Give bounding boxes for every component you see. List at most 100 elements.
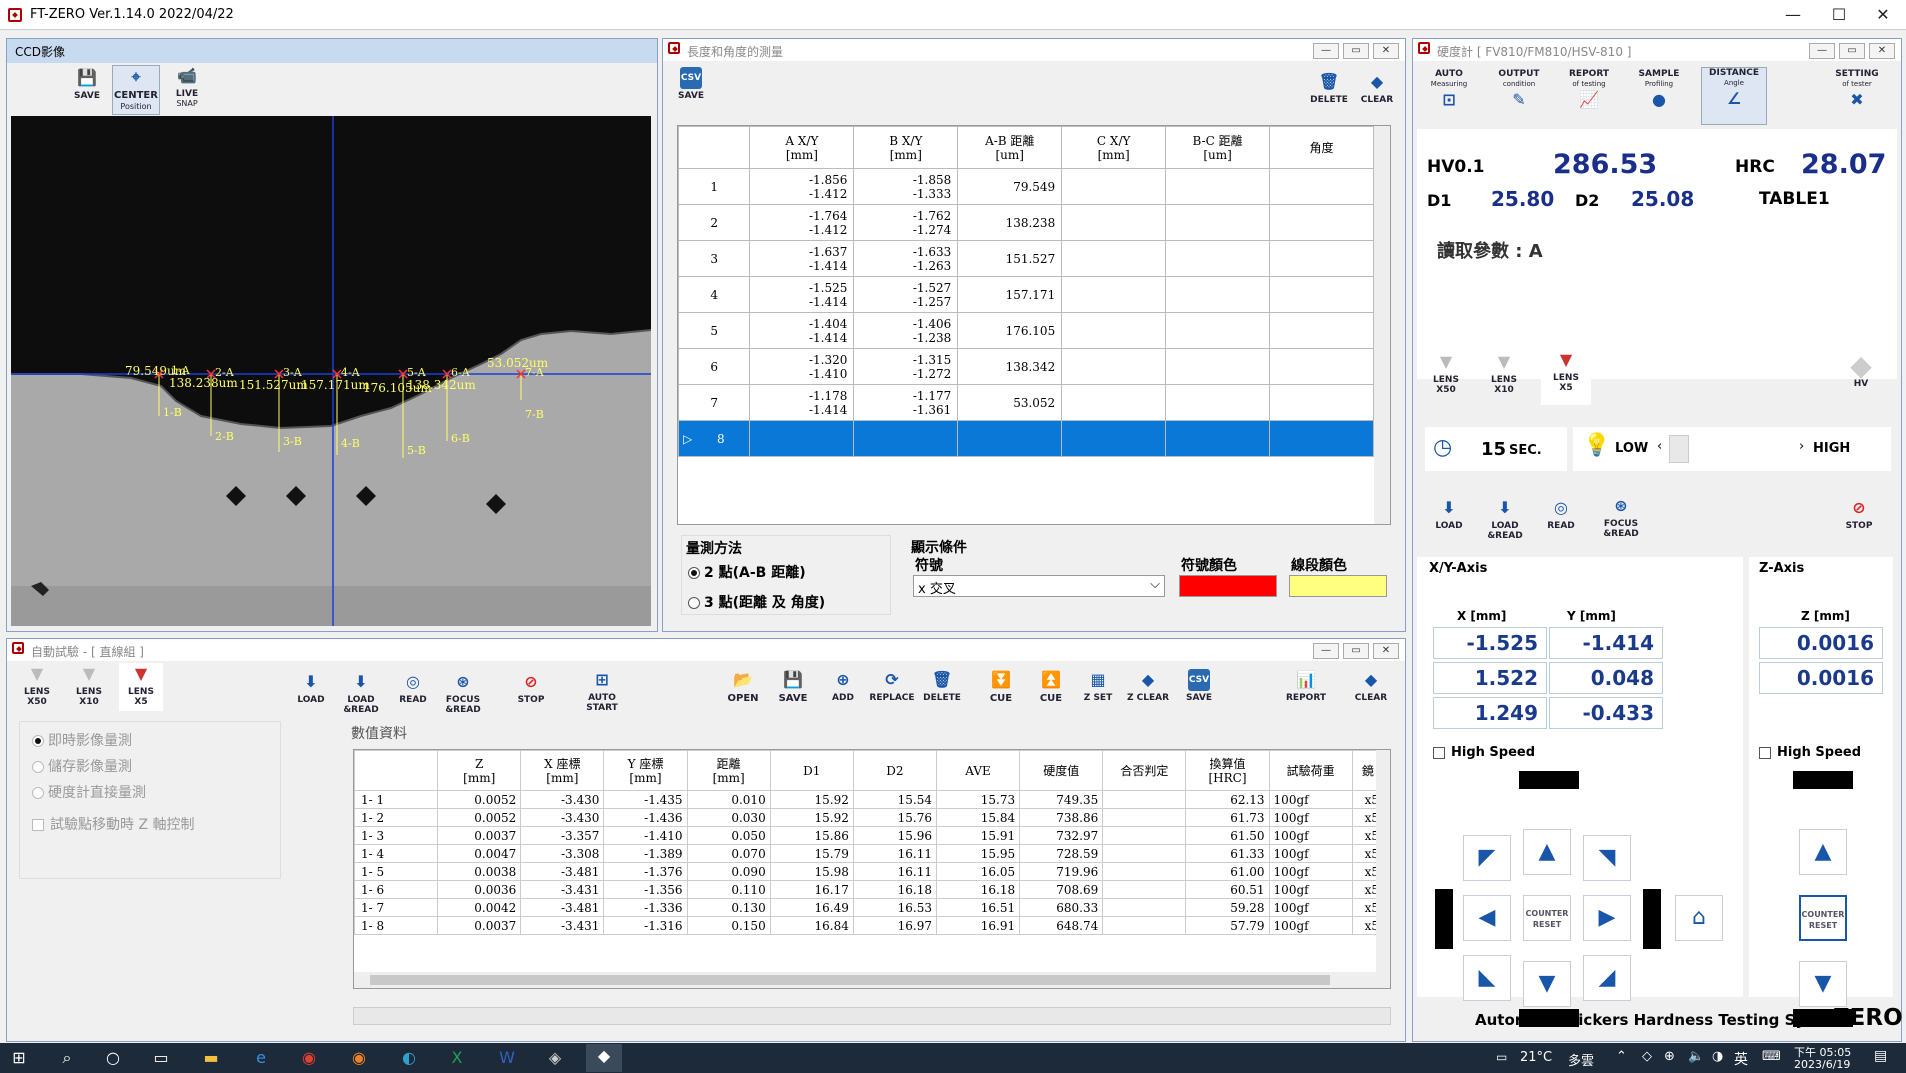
a-xy-cell[interactable]: -1.525 -1.414 (749, 276, 855, 313)
a-xy-cell[interactable]: -1.404 -1.414 (749, 312, 855, 349)
data-cell[interactable]: 16.91 (935, 916, 1021, 935)
cue-down-button[interactable]: ⏬ CUE (981, 669, 1021, 713)
data-cell[interactable]: 0.0047 (437, 844, 522, 863)
move-up-right-button[interactable]: ◥ (1583, 835, 1631, 881)
xy-high-speed-checkbox[interactable]: High Speed (1433, 745, 1535, 760)
data-cell[interactable]: -3.481 (520, 862, 605, 881)
data-cell[interactable]: 16.11 (852, 844, 937, 863)
bc-distance-cell[interactable] (1165, 168, 1271, 205)
ccd-image[interactable]: 79.549um 138.238um 151.527um 157.171um 1… (11, 116, 651, 626)
empty-cell[interactable] (1269, 420, 1374, 457)
c-xy-cell[interactable] (1061, 384, 1167, 421)
data-cell[interactable]: 61.50 (1185, 826, 1270, 845)
row-number[interactable]: 1 (678, 168, 751, 205)
y-value-2[interactable]: 0.048 (1549, 662, 1663, 694)
table-row[interactable]: 7 -1.178 -1.414 -1.177 -1.361 53.052 (678, 384, 1374, 421)
data-cell[interactable]: 15.76 (852, 808, 937, 827)
data-cell[interactable]: 648.74 (1019, 916, 1104, 935)
data-cell[interactable]: 1- 3 (354, 826, 439, 845)
table-row[interactable]: 1 -1.856 -1.412 -1.858 -1.333 79.549 (678, 168, 1374, 205)
data-cell[interactable]: -3.357 (520, 826, 605, 845)
table-row-selected[interactable]: ▷ 8 (678, 420, 1374, 457)
ftzero-task-icon[interactable]: ◆ (586, 1044, 622, 1072)
edge-icon[interactable]: ◐ (394, 1046, 424, 1070)
setting-tester-button[interactable]: SETTING of tester ✖ (1827, 69, 1887, 123)
a-xy-cell[interactable]: -1.320 -1.410 (749, 348, 855, 385)
word-icon[interactable]: W (492, 1046, 522, 1070)
data-cell[interactable]: 0.0038 (437, 862, 522, 881)
empty-cell[interactable] (853, 420, 959, 457)
z-value-2[interactable]: 0.0016 (1759, 662, 1883, 694)
data-cell[interactable]: -1.376 (603, 862, 688, 881)
row-number[interactable]: 5 (678, 312, 751, 349)
data-cell[interactable]: 16.18 (935, 880, 1021, 899)
ab-distance-cell[interactable]: 138.342 (957, 348, 1063, 385)
data-cell[interactable]: 0.150 (686, 916, 771, 935)
auto-read-button[interactable]: ◎ READ (393, 671, 433, 711)
data-cell[interactable]: 708.69 (1019, 880, 1104, 899)
table-row[interactable]: 1- 1 0.0052 -3.430 -1.435 0.010 15.92 15.54 15.… (354, 790, 1385, 809)
replace-button[interactable]: ⟳ REPLACE (869, 669, 915, 713)
data-cell[interactable]: 16.84 (769, 916, 854, 935)
auto-col-header[interactable]: Z [mm] (437, 750, 522, 791)
bc-distance-cell[interactable] (1165, 348, 1271, 385)
data-cell[interactable]: 0.130 (686, 898, 771, 917)
c-xy-cell[interactable] (1061, 276, 1167, 313)
data-cell[interactable] (1102, 898, 1187, 917)
data-cell[interactable]: 0.070 (686, 844, 771, 863)
bc-distance-cell[interactable] (1165, 276, 1271, 313)
c-xy-cell[interactable] (1061, 240, 1167, 277)
data-cell[interactable]: 100gf (1268, 916, 1353, 935)
hv-indenter-button[interactable]: ◆ HV (1839, 352, 1883, 405)
start-icon[interactable]: ⊞ (4, 1046, 34, 1070)
notification-icon[interactable]: ▤ (1874, 1048, 1887, 1064)
data-cell[interactable]: 59.28 (1185, 898, 1270, 917)
lens-x5-button[interactable]: ▼ LENS X5 (1541, 349, 1591, 405)
data-cell[interactable]: 16.11 (852, 862, 937, 881)
ccd-save-button[interactable]: 💾 SAVE (67, 67, 107, 115)
data-cell[interactable]: -1.436 (603, 808, 688, 827)
auto-col-header[interactable]: D1 (769, 750, 854, 791)
data-cell[interactable]: 15.91 (935, 826, 1021, 845)
data-cell[interactable]: 15.79 (769, 844, 854, 863)
data-cell[interactable]: 1- 7 (354, 898, 439, 917)
angle-cell[interactable] (1269, 384, 1374, 421)
bc-distance-cell[interactable] (1165, 312, 1271, 349)
c-xy-cell[interactable] (1061, 168, 1167, 205)
light-increase-button[interactable]: › (1799, 439, 1804, 454)
data-cell[interactable]: -1.435 (603, 790, 688, 809)
y-value-3[interactable]: -0.433 (1549, 697, 1663, 729)
auto-col-header[interactable]: AVE (935, 750, 1021, 791)
data-cell[interactable]: -1.410 (603, 826, 688, 845)
data-cell[interactable]: -3.431 (520, 880, 605, 899)
file-explorer-icon[interactable]: ▬ (196, 1046, 226, 1070)
hard-restore-button[interactable]: ▭ (1839, 43, 1865, 59)
data-cell[interactable]: 1- 1 (354, 790, 439, 809)
data-cell[interactable]: -3.481 (520, 898, 605, 917)
auto-minimize-button[interactable]: — (1313, 643, 1339, 659)
data-cell[interactable]: -1.336 (603, 898, 688, 917)
data-cell[interactable]: 0.0052 (437, 808, 522, 827)
volume-icon[interactable]: 🔈 (1688, 1049, 1704, 1064)
move-down-left-button[interactable]: ◣ (1463, 955, 1511, 1001)
ab-distance-cell[interactable]: 176.105 (957, 312, 1063, 349)
table-row[interactable]: 1- 4 0.0047 -3.308 -1.389 0.070 15.79 16.11 15.… (354, 844, 1385, 863)
panel-close-button[interactable]: ✕ (1373, 43, 1399, 59)
cue-up-button[interactable]: ⏫ CUE (1031, 669, 1071, 713)
row-number[interactable]: 7 (678, 384, 751, 421)
data-cell[interactable]: 15.98 (769, 862, 854, 881)
data-cell[interactable]: 16.97 (852, 916, 937, 935)
data-cell[interactable]: 62.13 (1185, 790, 1270, 809)
data-cell[interactable]: 0.0036 (437, 880, 522, 899)
report-testing-button[interactable]: REPORT of testing 📈 (1563, 69, 1615, 123)
z-high-speed-checkbox[interactable]: High Speed (1759, 745, 1861, 760)
row-number[interactable]: 6 (678, 348, 751, 385)
data-cell[interactable]: 61.33 (1185, 844, 1270, 863)
b-xy-cell[interactable]: -1.633 -1.263 (853, 240, 959, 277)
ab-distance-cell[interactable]: 157.171 (957, 276, 1063, 313)
meas-col-header[interactable]: B-C 距離 [um] (1165, 126, 1271, 169)
hard-stop-button[interactable]: ⊘ STOP (1839, 497, 1879, 545)
a-xy-cell[interactable]: -1.764 -1.412 (749, 204, 855, 241)
row-number[interactable]: 3 (678, 240, 751, 277)
meas-delete-button[interactable]: 🗑 DELETE (1309, 71, 1349, 115)
